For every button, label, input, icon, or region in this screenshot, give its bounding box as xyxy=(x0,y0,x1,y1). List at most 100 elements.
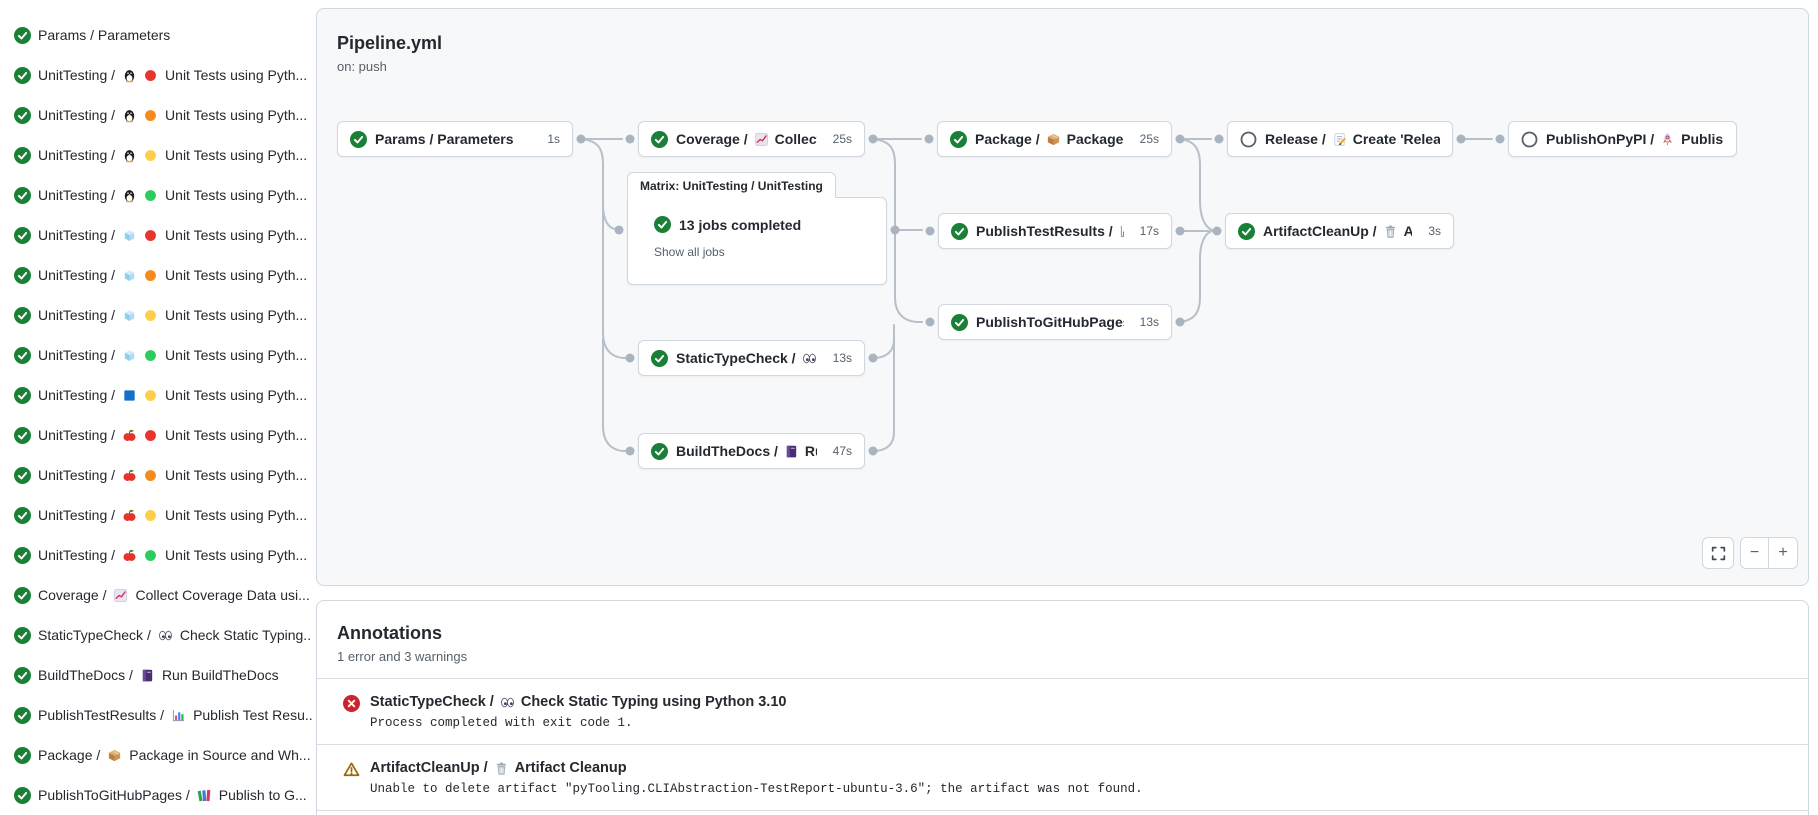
job-prefix: UnitTesting / xyxy=(38,347,115,363)
sidebar-job[interactable]: PublishTestResults / Publish Test Resu..… xyxy=(14,695,312,735)
sidebar-job[interactable]: Package / Package in Source and Wh... xyxy=(14,735,312,775)
job-prefix: UnitTesting / xyxy=(38,427,115,443)
job-prefix: UnitTesting / xyxy=(38,187,115,203)
sidebar-job[interactable]: UnitTesting / Unit Tests using Pyth... xyxy=(14,535,312,575)
job-icons xyxy=(122,68,158,83)
job-suffix: Unit Tests using Pyth... xyxy=(165,147,307,163)
job-prefix: BuildTheDocs / xyxy=(38,667,133,683)
annotation-job: ArtifactCleanUp / xyxy=(370,760,488,776)
job-prefix: StaticTypeCheck / xyxy=(38,627,151,643)
annotation-step: Artifact Cleanup xyxy=(515,760,627,776)
sidebar-job[interactable]: StaticTypeCheck / Check Static Typing... xyxy=(14,615,312,655)
sidebar-job[interactable]: UnitTesting / Unit Tests using Pyth... xyxy=(14,415,312,455)
job-node-params[interactable]: Params / Parameters 1s xyxy=(337,121,573,157)
job-node-package[interactable]: Package / Package in So... 25s xyxy=(937,121,1172,157)
success-icon xyxy=(951,314,968,331)
zoom-in-button[interactable]: + xyxy=(1769,538,1797,568)
sidebar-job[interactable]: UnitTesting / Unit Tests using Pyth... xyxy=(14,375,312,415)
job-suffix: Run BuildTheDocs xyxy=(162,667,279,683)
job-prefix: UnitTesting / xyxy=(38,547,115,563)
bar-chart-icon xyxy=(1119,224,1124,239)
ice-icon xyxy=(122,348,137,363)
job-suffix: Package in Source and Wh... xyxy=(129,747,310,763)
sidebar-job[interactable]: Coverage / Collect Coverage Data usi... xyxy=(14,575,312,615)
node-label: Release / xyxy=(1265,131,1326,147)
sidebar-job[interactable]: Params / Parameters xyxy=(14,15,312,55)
skipped-icon xyxy=(1240,131,1257,148)
job-node-publishtestresults[interactable]: PublishTestResults / Pu... 17s xyxy=(938,213,1172,249)
success-icon xyxy=(651,443,668,460)
success-icon xyxy=(14,267,31,284)
success-icon xyxy=(14,307,31,324)
job-icons xyxy=(122,268,158,283)
node-label-suffix: Create 'Release P... xyxy=(1353,131,1440,147)
dot-red-icon xyxy=(143,428,158,443)
linux-icon xyxy=(122,68,137,83)
job-suffix: Collect Coverage Data usi... xyxy=(135,587,309,603)
node-label: Package / xyxy=(975,131,1040,147)
sidebar-job[interactable]: UnitTesting / Unit Tests using Pyth... xyxy=(14,95,312,135)
dot-yellow-icon xyxy=(143,308,158,323)
job-prefix: UnitTesting / xyxy=(38,227,115,243)
success-icon xyxy=(14,347,31,364)
job-node-publishonpypi[interactable]: PublishOnPyPI / Publish to ... xyxy=(1508,121,1737,157)
job-node-statictypecheck[interactable]: StaticTypeCheck / Chec... 13s xyxy=(638,340,865,376)
wastebasket-icon xyxy=(494,761,509,776)
sidebar-job[interactable]: UnitTesting / Unit Tests using Pyth... xyxy=(14,135,312,175)
node-duration: 13s xyxy=(825,351,852,365)
dot-yellow-icon xyxy=(143,148,158,163)
zoom-out-button[interactable]: − xyxy=(1741,538,1769,568)
job-suffix: Check Static Typing... xyxy=(180,627,312,643)
job-suffix: Unit Tests using Pyth... xyxy=(165,307,307,323)
job-node-release[interactable]: Release / Create 'Release P... xyxy=(1227,121,1453,157)
sidebar-job[interactable]: PublishToGitHubPages / Publish to G... xyxy=(14,775,312,815)
eyes-icon xyxy=(802,351,817,366)
job-prefix: UnitTesting / xyxy=(38,267,115,283)
dot-red-icon xyxy=(143,228,158,243)
job-node-publishtogithubpages[interactable]: PublishToGitHubPages / ... 13s xyxy=(938,304,1172,340)
job-suffix: Publish Test Resu... xyxy=(193,707,312,723)
job-prefix: UnitTesting / xyxy=(38,67,115,83)
node-label: Coverage / xyxy=(676,131,748,147)
sidebar-job[interactable]: UnitTesting / Unit Tests using Pyth... xyxy=(14,335,312,375)
job-prefix: UnitTesting / xyxy=(38,467,115,483)
success-icon xyxy=(14,507,31,524)
annotation-detail: Process completed with exit code 1. xyxy=(370,716,786,730)
annotation-error-row[interactable]: StaticTypeCheck / Check Static Typing us… xyxy=(317,679,1808,745)
job-node-buildthedocs[interactable]: BuildTheDocs / Run Buil... 47s xyxy=(638,433,865,469)
annotation-warning-row[interactable]: ArtifactCleanUp / Artifact Cleanup Unabl… xyxy=(317,745,1808,811)
sidebar-job[interactable]: UnitTesting / Unit Tests using Pyth... xyxy=(14,495,312,535)
sidebar-job[interactable]: UnitTesting / Unit Tests using Pyth... xyxy=(14,55,312,95)
job-icons xyxy=(140,668,155,683)
dot-orange-icon xyxy=(143,468,158,483)
success-icon xyxy=(14,627,31,644)
job-node-coverage[interactable]: Coverage / Collect Cove... 25s xyxy=(638,121,865,157)
success-icon xyxy=(1238,223,1255,240)
sidebar-job[interactable]: UnitTesting / Unit Tests using Pyth... xyxy=(14,175,312,215)
node-label-suffix: Collect Cove... xyxy=(775,131,817,147)
linux-icon xyxy=(122,148,137,163)
success-icon xyxy=(14,187,31,204)
job-suffix: Unit Tests using Pyth... xyxy=(165,467,307,483)
job-icons xyxy=(197,788,212,803)
job-icons xyxy=(122,108,158,123)
job-node-artifactcleanup[interactable]: ArtifactCleanUp / Artifac... 3s xyxy=(1225,213,1454,249)
job-icons xyxy=(122,428,158,443)
apple-icon xyxy=(122,428,137,443)
sidebar-job[interactable]: UnitTesting / Unit Tests using Pyth... xyxy=(14,455,312,495)
dot-red-icon xyxy=(143,68,158,83)
barchart-icon xyxy=(171,708,186,723)
job-prefix: Params / Parameters xyxy=(38,27,170,43)
sidebar-job[interactable]: BuildTheDocs / Run BuildTheDocs xyxy=(14,655,312,695)
dot-yellow-icon xyxy=(143,388,158,403)
sidebar-job[interactable]: UnitTesting / Unit Tests using Pyth... xyxy=(14,255,312,295)
show-all-jobs-link[interactable]: Show all jobs xyxy=(654,245,886,259)
job-icons xyxy=(107,748,122,763)
success-icon xyxy=(14,667,31,684)
job-suffix: Unit Tests using Pyth... xyxy=(165,107,307,123)
sidebar-job[interactable]: UnitTesting / Unit Tests using Pyth... xyxy=(14,295,312,335)
node-duration: 25s xyxy=(1132,132,1159,146)
fullscreen-button[interactable] xyxy=(1702,537,1734,569)
wastebasket-icon xyxy=(1383,224,1398,239)
sidebar-job[interactable]: UnitTesting / Unit Tests using Pyth... xyxy=(14,215,312,255)
